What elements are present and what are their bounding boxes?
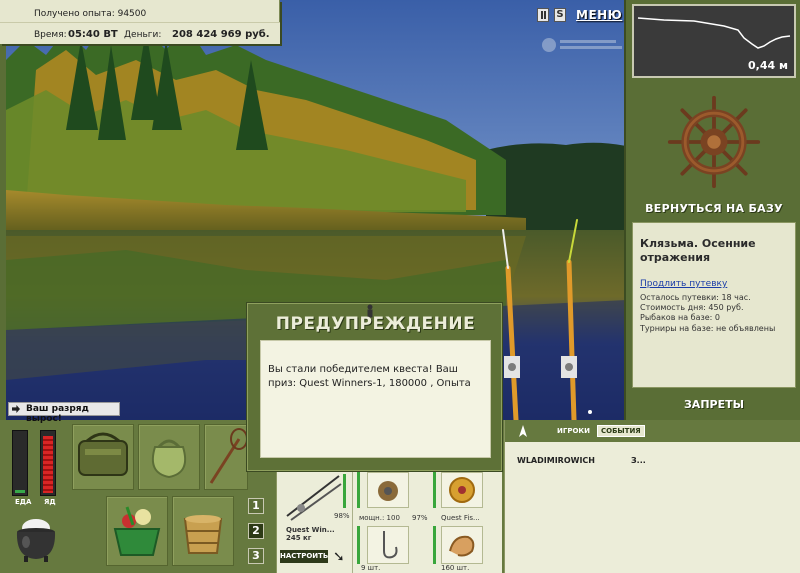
hook-count: 9 шт. [361,564,381,572]
event-player-name[interactable]: WLADIMIROWICH [517,456,595,465]
fish-sack-icon [151,439,187,479]
inventory-page-3-button[interactable]: 3 [248,548,264,564]
landing-net-icon [209,428,248,484]
sound-button[interactable]: S [554,8,566,22]
extend-permit-link[interactable]: Продлить путевку [640,279,727,289]
food-label: ЕДА [15,498,32,506]
inventory-slot-basket[interactable] [106,496,168,566]
menu-button[interactable]: МЕНЮ [576,8,622,22]
player-info-panel: Получено опыта: 94500 Время: 05:40 ВТ Де… [0,0,280,44]
food-meter-fill [15,490,25,493]
rod-slot[interactable]: 98% Quest Win... 245 кг НАСТРОИТЬ ➘ [277,470,353,573]
tournaments-status: Турниры на базе: не объявлены [640,324,776,333]
warning-dialog[interactable]: ПРЕДУПРЕЖДЕНИЕ Вы стали победителем квес… [246,302,503,472]
compass-arrow-icon[interactable] [519,425,527,437]
players-events-panel: ИГРОКИ СОБЫТИЯ WLADIMIROWICH З... [504,420,800,573]
watermark-logo [542,38,622,52]
inventory-slot-sack[interactable] [138,424,200,490]
line-slot[interactable] [441,472,483,508]
depth-value: 0,44 м [748,59,788,72]
tab-events[interactable]: СОБЫТИЯ [597,425,645,437]
line-name: Quest Fis... [441,514,480,522]
arrow-right-icon [12,405,20,413]
tackle-panel: 98% Quest Win... 245 кг НАСТРОИТЬ ➘ мощн… [276,470,502,573]
dialog-title: ПРЕДУПРЕЖДЕНИЕ [275,314,476,334]
line-condition-bar [433,472,436,508]
location-title: Клязьма. Осенние отражения [640,237,756,264]
rank-notification[interactable]: Ваш разряд вырос! [8,402,120,424]
bucket-icon [183,515,223,554]
food-basket-icon [113,506,161,556]
reel-condition: 97% [412,514,428,522]
poison-label: ЯД [44,498,56,506]
rod-condition-bar [343,474,346,508]
rod-condition: 98% [334,512,350,520]
inventory-slot-net[interactable] [204,424,248,490]
status-meters [10,430,62,508]
experience-text: Получено опыта: 94500 [34,9,147,19]
money-value: 208 424 969 руб. [172,29,270,40]
rank-message: Ваш разряд вырос! [26,404,89,424]
return-to-base-button[interactable]: ВЕРНУТЬСЯ НА БАЗУ [628,202,800,215]
ship-wheel-icon[interactable] [666,94,762,190]
cooking-pot-icon[interactable] [10,512,62,564]
poison-meter-fill [43,436,53,493]
hook-slot[interactable] [367,526,409,564]
inventory-slot-bag[interactable] [72,424,134,490]
permit-time-left: Осталось путевки: 18 час. [640,293,751,302]
dialog-message: Вы стали победителем квеста! Ваш приз: Q… [268,364,471,389]
bait-slot[interactable] [441,526,483,564]
hook-count-bar [357,526,360,564]
bait-count: 160 шт. [441,564,470,572]
reel-power: мощн.: 100 [359,514,400,522]
food-meter [12,430,28,496]
arrow-down-right-icon: ➘ [333,549,345,565]
bait-shrimp-icon [449,535,475,557]
tackle-bag-icon [78,432,128,476]
time-label: Время: [34,30,67,40]
money-label: Деньги: [124,30,162,40]
bait-count-bar [433,526,436,564]
inventory-page-2-button[interactable]: 2 [248,523,264,539]
rod-name: Quest Win... [286,526,335,534]
reel-slot[interactable] [367,472,409,508]
anglers-count: Рыбаков на базе: 0 [640,313,720,322]
fishing-line-spool-icon [449,477,475,503]
time-money-row: Время: 05:40 ВТ Деньги: 208 424 969 руб. [0,22,280,44]
day-cost: Стоимость дня: 450 руб. [640,303,744,312]
inventory-page-1-button[interactable]: 1 [248,498,264,514]
poison-meter [40,430,56,496]
setup-tackle-button[interactable]: НАСТРОИТЬ [280,550,328,563]
time-value: 05:40 ВТ [68,29,118,40]
location-panel: Клязьма. Осенние отражения Продлить путе… [632,222,796,388]
reel-icon [378,481,398,501]
event-text: З... [631,456,646,465]
rod-weight: 245 кг [286,534,312,542]
bans-button[interactable]: ЗАПРЕТЫ [628,398,800,411]
reel-condition-bar [357,472,360,508]
players-events-header: ИГРОКИ СОБЫТИЯ [505,420,800,442]
tab-players[interactable]: ИГРОКИ [557,427,590,435]
right-sidebar: 0,44 м ВЕРНУТЬСЯ НА БАЗУ Клязьма. Осенни… [628,0,800,420]
dialog-body: Вы стали победителем квеста! Ваш приз: Q… [260,340,491,458]
inventory-slot-bucket[interactable] [172,496,234,566]
hook-icon [383,531,398,559]
depth-chart: 0,44 м [632,4,796,78]
pause-button[interactable] [537,8,549,22]
